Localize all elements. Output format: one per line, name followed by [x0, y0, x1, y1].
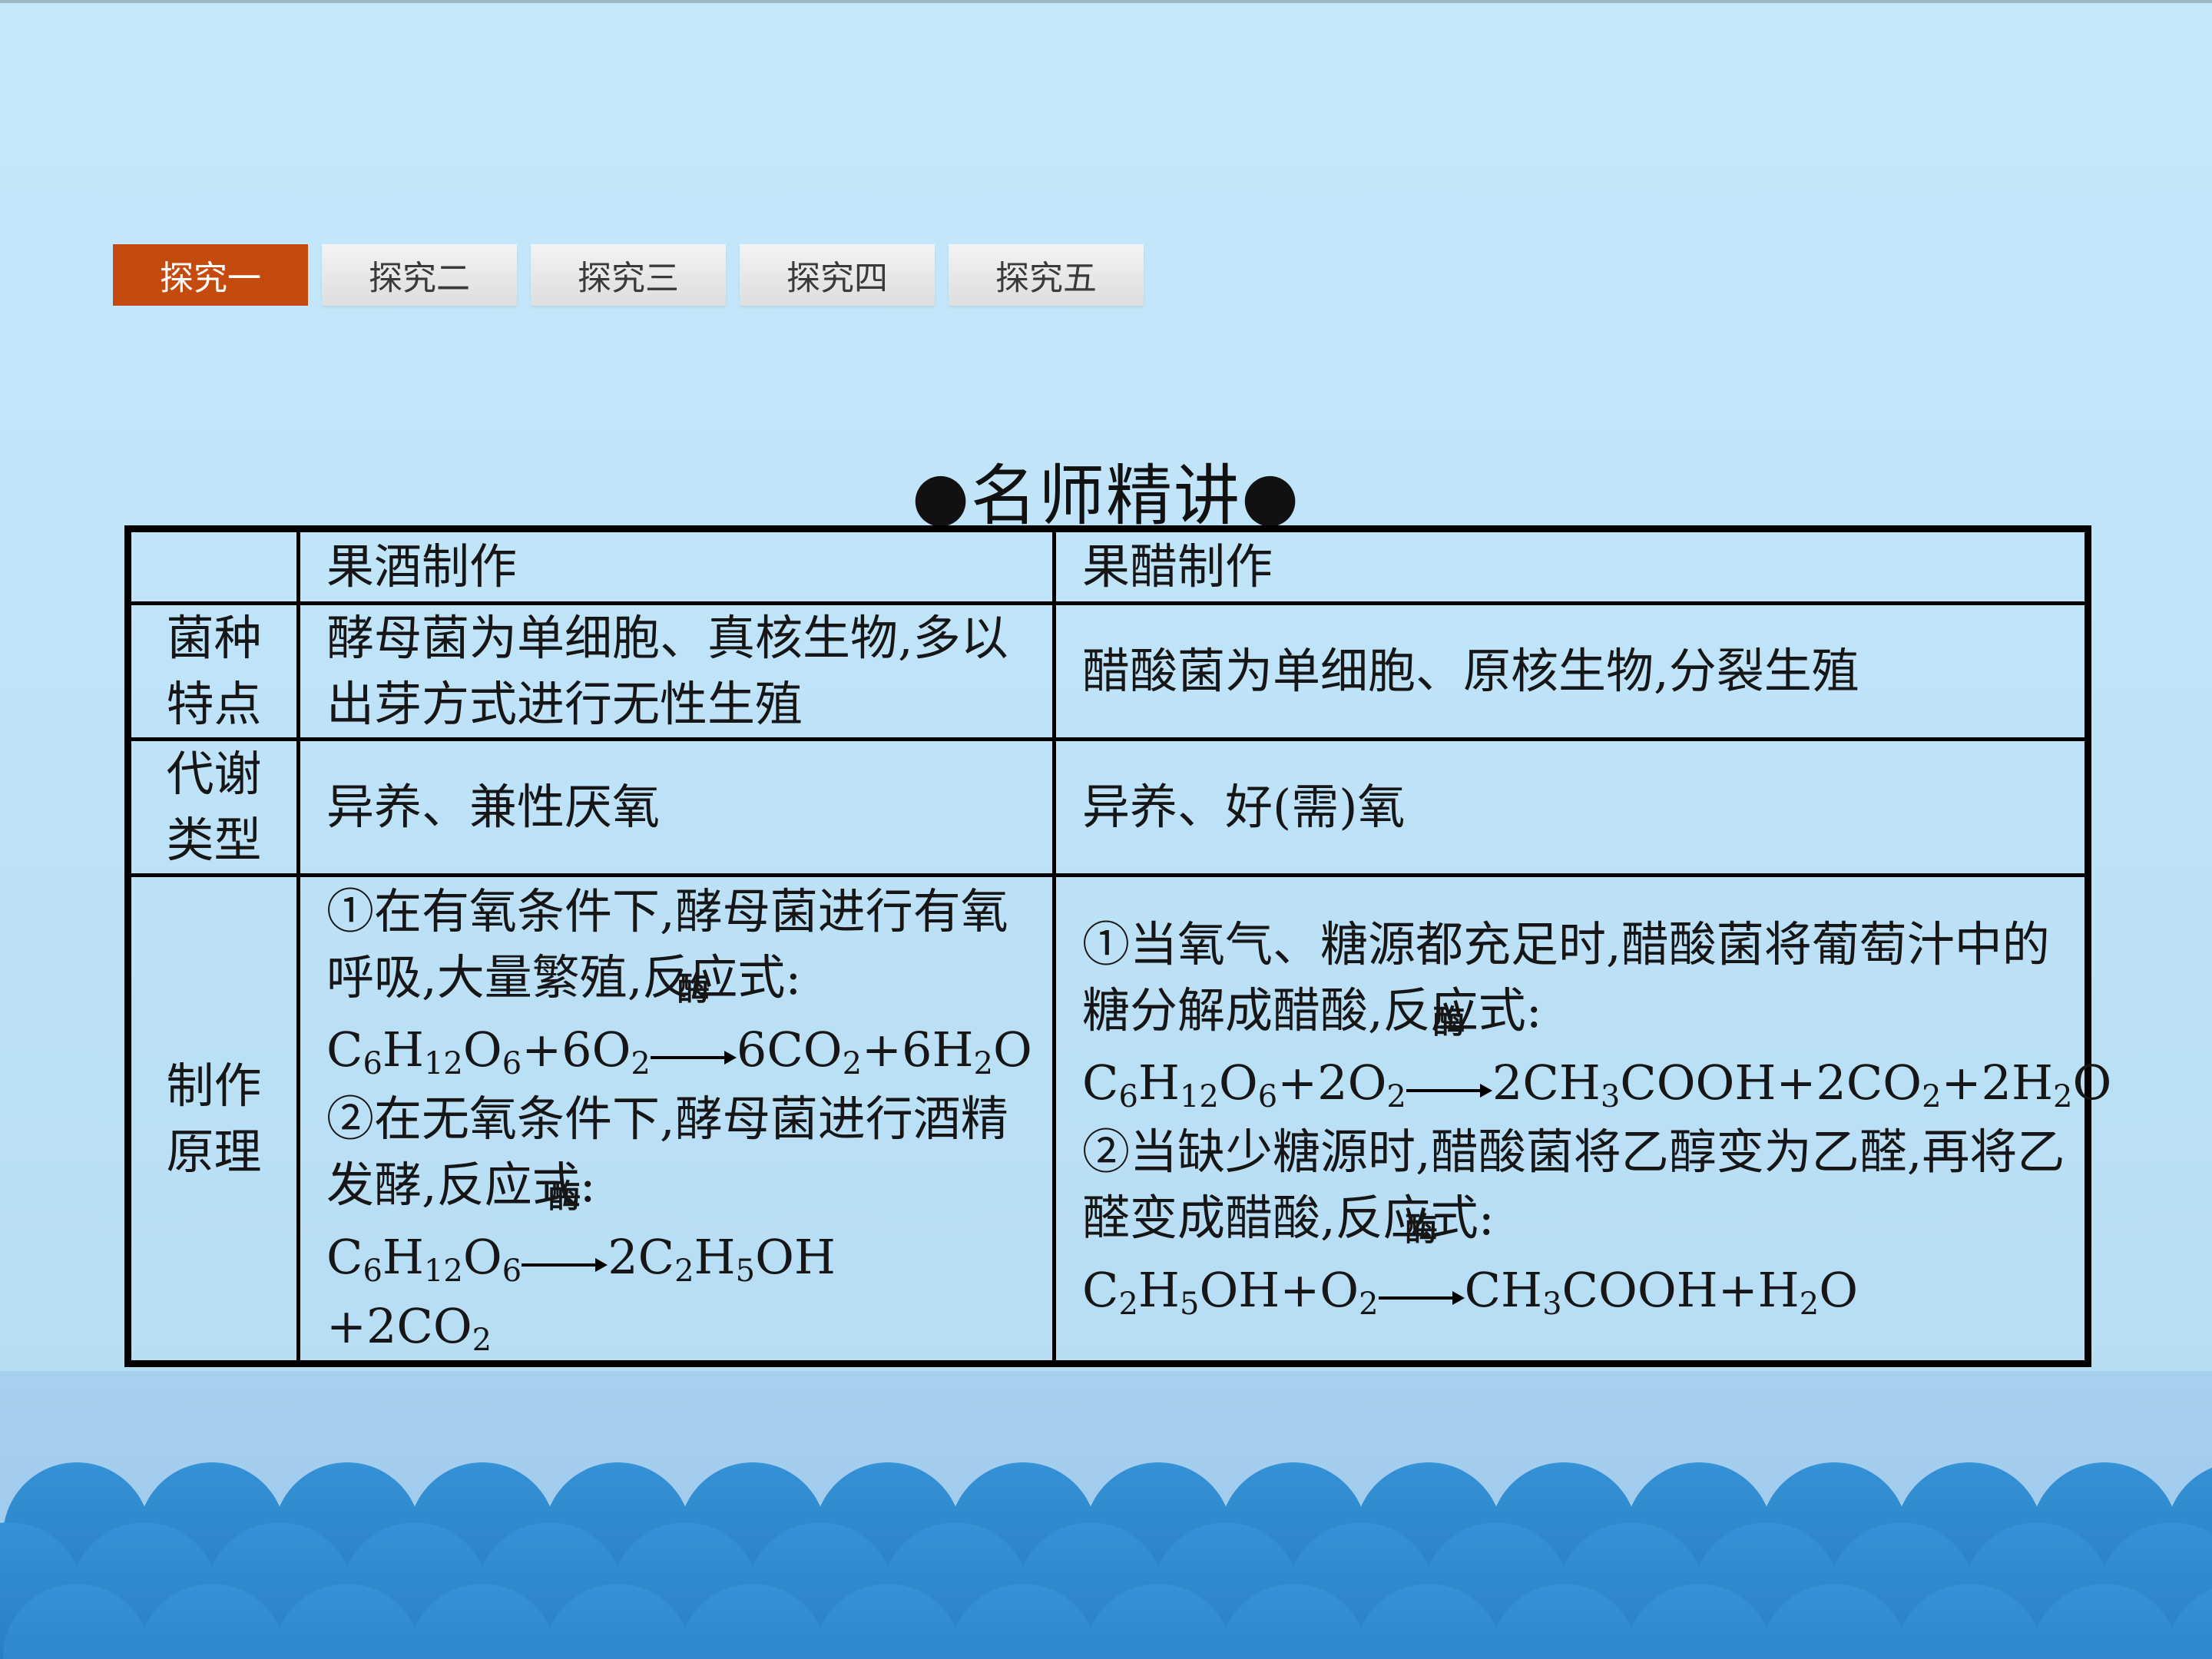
wine-equation-2: C6H12O6 酶 2C2H5OH	[326, 1179, 1038, 1293]
arrow-icon	[1378, 1290, 1465, 1305]
header-vinegar: 果醋制作	[1052, 527, 2090, 605]
vinegar-principle-cell: ①当氧气、糖源都充足时,醋酸菌将葡萄汁中的糖分解成醋酸,反应式: C6H12O6…	[1052, 873, 2111, 1366]
tab-explore-5[interactable]: 探究五	[949, 244, 1144, 306]
arrow-icon	[650, 1050, 737, 1065]
tab-explore-3[interactable]: 探究三	[531, 244, 726, 306]
tab-explore-2[interactable]: 探究二	[322, 244, 517, 306]
enzyme-label: 酶	[677, 969, 710, 1008]
row-label: 菌种特点	[126, 601, 300, 741]
wine-equation-1: C6H12O6+6O2 酶 6CO2+6H2O	[326, 972, 1038, 1086]
row-label-text: 菌种特点	[166, 610, 262, 732]
arrow-icon	[1406, 1083, 1492, 1098]
wine-principle-cell: ①在有氧条件下,酵母菌进行有氧呼吸,大量繁殖,反应式: C6H12O6+6O2 酶…	[296, 873, 1056, 1366]
wine-equation-2-cont: +2CO2	[326, 1297, 492, 1358]
corner-cell	[126, 527, 300, 605]
tab-explore-4[interactable]: 探究四	[740, 244, 935, 306]
table-row: 制作原理 ①在有氧条件下,酵母菌进行有氧呼吸,大量繁殖,反应式: C6H12O6…	[126, 873, 2111, 1366]
enzyme-label: 酶	[548, 1177, 581, 1215]
wine-metabolism-cell: 异养、兼性厌氧	[296, 737, 1056, 877]
vinegar-equation-2: C2H5OH+O2 酶 CH3COOH+H2O	[1082, 1212, 2071, 1326]
tab-explore-1[interactable]: 探究一	[113, 244, 308, 306]
wine-principle-step2: ②在无氧条件下,酵母菌进行酒精发酵,反应式:	[326, 1090, 1008, 1213]
top-edge	[0, 0, 2212, 3]
table-row: 代谢类型 异养、兼性厌氧 异养、好(需)氧	[126, 737, 2090, 877]
section-heading: ●名师精讲●	[911, 458, 1301, 535]
table-row: 菌种特点 酵母菌为单细胞、真核生物,多以出芽方式进行无性生殖 醋酸菌为单细胞、原…	[126, 601, 2090, 741]
row-label: 代谢类型	[126, 737, 300, 877]
row-label-text: 代谢类型	[166, 746, 262, 868]
wave-decoration	[0, 1462, 2212, 1659]
vinegar-metabolism-cell: 异养、好(需)氧	[1052, 737, 2090, 877]
vinegar-principle-step1: ①当氧气、糖源都充足时,醋酸菌将葡萄汁中的糖分解成醋酸,反应式:	[1082, 916, 2050, 1038]
slide: 探究一 探究二 探究三 探究四 探究五 ●名师精讲● 果酒制作 果醋制作 菌种特…	[0, 0, 2212, 1659]
arrow-icon	[522, 1257, 608, 1272]
enzyme-label: 酶	[1432, 1002, 1465, 1041]
section-tabs: 探究一 探究二 探究三 探究四 探究五	[113, 244, 1144, 306]
row-label: 制作原理	[126, 873, 300, 1366]
row-label-text: 制作原理	[166, 1057, 262, 1180]
vinegar-principle-step2: ②当缺少糖源时,醋酸菌将乙醇变为乙醛,再将乙醛变成醋酸,反应式:	[1082, 1123, 2065, 1246]
table-header-row: 果酒制作 果醋制作	[126, 527, 2090, 605]
vinegar-equation-1: C6H12O6+2O2 酶 2CH3COOH+2CO2+2H2O	[1082, 1005, 2111, 1119]
enzyme-arrow: 酶	[522, 1179, 608, 1293]
enzyme-arrow: 酶	[650, 972, 737, 1086]
enzyme-label: 酶	[1405, 1210, 1438, 1248]
header-wine: 果酒制作	[296, 527, 1056, 605]
enzyme-arrow: 酶	[1378, 1212, 1465, 1326]
vinegar-strain-cell: 醋酸菌为单细胞、原核生物,分裂生殖	[1052, 601, 2090, 741]
wine-strain-cell: 酵母菌为单细胞、真核生物,多以出芽方式进行无性生殖	[296, 601, 1056, 741]
enzyme-arrow: 酶	[1406, 1005, 1492, 1119]
comparison-table: 果酒制作 果醋制作 菌种特点 酵母菌为单细胞、真核生物,多以出芽方式进行无性生殖…	[124, 525, 2111, 1367]
